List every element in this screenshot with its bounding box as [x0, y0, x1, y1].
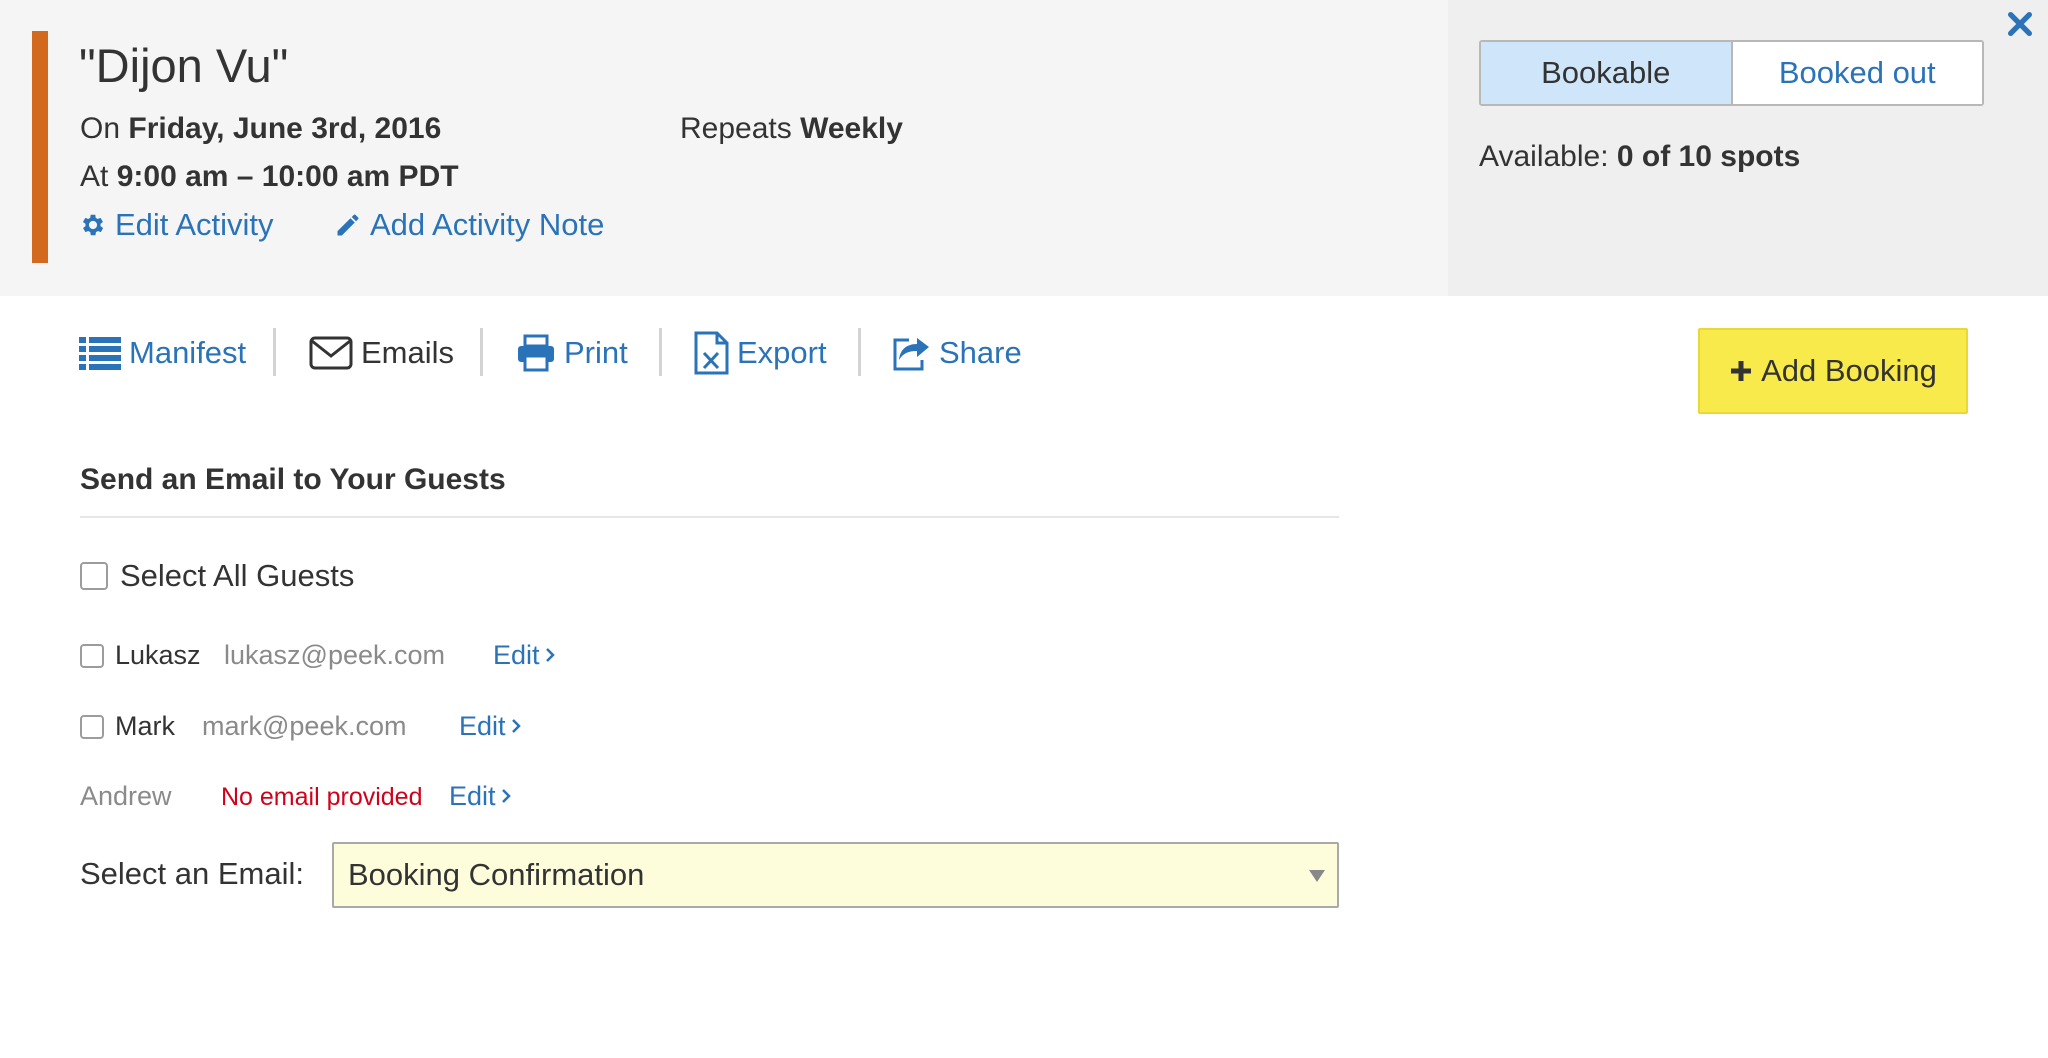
selected-email-value: Booking Confirmation [348, 857, 645, 892]
guest-name: Mark [115, 711, 175, 741]
tab-separator [858, 328, 861, 376]
tab-separator [273, 328, 276, 376]
tab-manifest-label: Manifest [129, 335, 247, 370]
availability-toggle: Bookable Booked out [1479, 40, 1984, 106]
add-note-label: Add Activity Note [370, 207, 605, 242]
chevron-right-icon [545, 648, 555, 662]
tab-print[interactable]: Print [516, 330, 628, 376]
guest-edit-label: Edit [493, 640, 540, 670]
printer-icon [518, 334, 554, 372]
add-booking-label: Add Booking [1761, 353, 1937, 388]
guest-edit-label: Edit [449, 781, 496, 811]
date-prefix: On [80, 112, 121, 145]
close-icon [2008, 12, 2032, 36]
guest-checkbox[interactable] [80, 644, 104, 668]
activity-color-bar [32, 31, 48, 263]
tab-emails-label: Emails [361, 335, 455, 370]
excel-file-icon [694, 331, 729, 375]
tab-separator [659, 328, 662, 376]
select-all-checkbox[interactable] [80, 562, 108, 590]
dropdown-arrow-icon [1309, 870, 1325, 882]
activity-date: On Friday, June 3rd, 2016 [80, 110, 441, 148]
edit-activity-label: Edit Activity [115, 207, 274, 242]
tab-manifest[interactable]: Manifest [79, 330, 246, 376]
gear-icon [82, 214, 104, 236]
tab-separator [480, 328, 483, 376]
chevron-right-icon [501, 789, 511, 803]
envelope-icon [309, 336, 353, 370]
select-email-label: Select an Email: [80, 856, 304, 891]
guest-edit-link[interactable]: Edit [493, 638, 556, 672]
add-booking-button[interactable]: Add Booking [1698, 328, 1968, 414]
available-value: 0 of 10 spots [1616, 140, 1801, 173]
plus-icon [1731, 361, 1752, 381]
add-activity-note-link[interactable]: Add Activity Note [334, 205, 604, 245]
activity-title: "Dijon Vu" [79, 39, 289, 92]
tab-emails[interactable]: Emails [309, 330, 454, 376]
tab-share[interactable]: Share [891, 330, 1022, 376]
email-section-title: Send an Email to Your Guests [80, 463, 506, 496]
guest-name: Andrew [80, 781, 172, 811]
tab-export[interactable]: Export [693, 330, 827, 376]
time-value: 9:00 am – 10:00 am PDT [116, 160, 459, 193]
guest-name: Lukasz [115, 640, 201, 670]
guest-no-email-warning: No email provided [221, 783, 423, 811]
guest-edit-link[interactable]: Edit [459, 709, 522, 743]
guest-checkbox[interactable] [80, 715, 104, 739]
guest-edit-link[interactable]: Edit [449, 779, 512, 813]
email-template-select[interactable]: Booking Confirmation [332, 842, 1339, 908]
pencil-icon [337, 214, 359, 236]
share-icon [893, 338, 929, 371]
list-icon [79, 337, 121, 370]
close-button[interactable] [2004, 8, 2036, 40]
activity-time: At 9:00 am – 10:00 am PDT [80, 158, 459, 196]
guest-email: lukasz@peek.com [224, 640, 445, 670]
booked-out-toggle-option[interactable]: Booked out [1732, 42, 1982, 104]
select-all-label[interactable]: Select All Guests [120, 556, 354, 596]
edit-activity-link[interactable]: Edit Activity [79, 205, 274, 245]
bookable-toggle-option[interactable]: Bookable [1481, 42, 1733, 104]
time-prefix: At [80, 160, 109, 193]
date-value: Friday, June 3rd, 2016 [128, 112, 442, 145]
guest-edit-label: Edit [459, 711, 506, 741]
section-divider [80, 516, 1339, 518]
activity-repeats: Repeats Weekly [680, 110, 903, 148]
available-prefix: Available: [1479, 140, 1609, 173]
repeats-value: Weekly [800, 112, 903, 145]
tab-share-label: Share [939, 335, 1022, 370]
availability-count: Available: 0 of 10 spots [1479, 138, 1800, 176]
chevron-right-icon [511, 719, 521, 733]
tab-export-label: Export [737, 335, 827, 370]
guest-email: mark@peek.com [202, 711, 407, 741]
repeats-prefix: Repeats [680, 112, 792, 145]
tab-print-label: Print [564, 335, 628, 370]
